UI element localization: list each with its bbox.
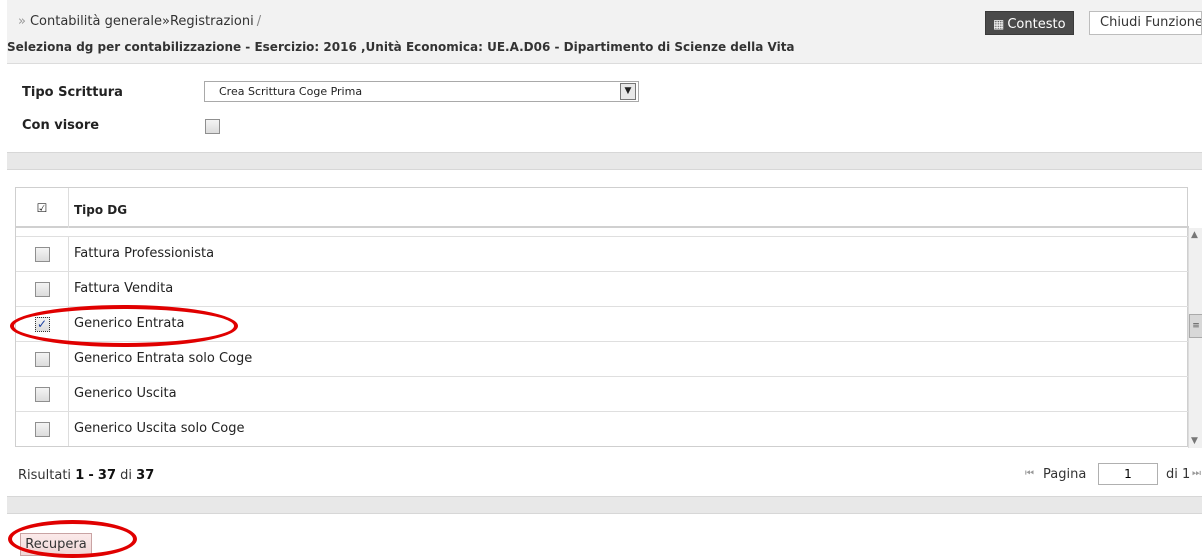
last-page-icon[interactable]: ⏭ xyxy=(1192,468,1201,479)
row-checkbox-cell xyxy=(16,237,69,271)
table-row[interactable]: ✓ Generico Entrata xyxy=(16,306,1189,341)
scroll-down-icon[interactable]: ▼ xyxy=(1191,436,1198,446)
breadcrumb-slash: / xyxy=(256,14,262,29)
results-total: 37 xyxy=(136,468,155,483)
contesto-button[interactable]: ▦ Contesto xyxy=(985,11,1074,35)
row-checkbox[interactable]: ✓ xyxy=(34,316,50,332)
results-summary: Risultati 1 - 37 di 37 xyxy=(18,468,154,483)
check-all-icon[interactable]: ☑ xyxy=(37,201,48,215)
section-divider xyxy=(7,152,1202,170)
context-title: Seleziona dg per contabilizzazione - Ese… xyxy=(7,40,795,54)
results-from: 1 xyxy=(75,468,85,483)
tipo-dg-grid: ☑ Tipo DG Fattura Professionista Fattura … xyxy=(15,187,1189,447)
row-label: Generico Uscita xyxy=(74,386,177,401)
pager: ⏮ Pagina di 1 ⏭ xyxy=(1025,463,1202,487)
row-checkbox[interactable] xyxy=(34,281,50,297)
row-label: Generico Entrata xyxy=(74,316,185,331)
con-visore-checkbox[interactable] xyxy=(205,119,220,134)
row-checkbox-cell xyxy=(16,342,69,376)
grid-rows: Fattura Professionista Fattura Vendita ✓ Ge… xyxy=(16,236,1189,446)
contesto-label: Contesto xyxy=(1007,17,1066,32)
chiudi-funzione-button[interactable]: Chiudi Funzione xyxy=(1089,11,1202,35)
recupera-button[interactable]: Recupera xyxy=(20,533,92,556)
scroll-thumb[interactable]: ≡ xyxy=(1189,314,1202,338)
breadcrumb: » Contabilità generale»Registrazioni / xyxy=(18,14,261,29)
table-row[interactable]: Fattura Vendita xyxy=(16,271,1189,306)
row-checkbox-cell: ✓ xyxy=(16,307,69,341)
row-checkbox[interactable] xyxy=(34,351,50,367)
results-prefix: Risultati xyxy=(18,468,72,483)
table-row[interactable]: Generico Uscita xyxy=(16,376,1189,411)
breadcrumb-path[interactable]: Contabilità generale»Registrazioni xyxy=(30,14,254,29)
row-checkbox[interactable] xyxy=(34,421,50,437)
row-checkbox-cell xyxy=(16,272,69,306)
page-total: di 1 xyxy=(1166,467,1191,482)
grid-header: ☑ Tipo DG xyxy=(16,188,1189,228)
results-to: 37 xyxy=(97,468,117,483)
breadcrumb-prefix: » xyxy=(18,14,26,29)
qr-code-icon: ▦ xyxy=(993,17,1005,31)
tipo-scrittura-select[interactable]: Crea Scrittura Coge Prima ▼ xyxy=(204,81,639,102)
row-label: Fattura Vendita xyxy=(74,281,174,296)
table-row[interactable]: Fattura Professionista xyxy=(16,236,1189,271)
row-label: Generico Uscita solo Coge xyxy=(74,421,245,436)
results-of: di xyxy=(120,468,133,483)
dropdown-arrow-icon[interactable]: ▼ xyxy=(620,83,636,100)
tipo-scrittura-value: Crea Scrittura Coge Prima xyxy=(219,85,363,98)
row-label: Generico Entrata solo Coge xyxy=(74,351,253,366)
first-page-icon[interactable]: ⏮ xyxy=(1025,468,1034,479)
row-checkbox[interactable] xyxy=(34,246,50,262)
results-dash: - xyxy=(88,468,94,483)
tipo-scrittura-label: Tipo Scrittura xyxy=(22,85,123,100)
footer-divider xyxy=(7,496,1202,514)
row-checkbox-cell xyxy=(16,377,69,411)
table-row[interactable]: Generico Entrata solo Coge xyxy=(16,341,1189,376)
page-label: Pagina xyxy=(1043,467,1087,482)
row-checkbox[interactable] xyxy=(34,386,50,402)
table-row[interactable]: Generico Uscita solo Coge xyxy=(16,411,1189,446)
tipo-dg-header[interactable]: Tipo DG xyxy=(74,188,127,228)
page-number-input[interactable] xyxy=(1098,463,1158,485)
con-visore-label: Con visore xyxy=(22,118,100,133)
grid-scrollbar[interactable]: ▲ ≡ ▼ xyxy=(1188,228,1202,448)
select-all-header[interactable]: ☑ xyxy=(16,188,69,228)
row-checkbox-cell xyxy=(16,412,69,446)
row-label: Fattura Professionista xyxy=(74,246,215,261)
scroll-up-icon[interactable]: ▲ xyxy=(1191,230,1198,240)
